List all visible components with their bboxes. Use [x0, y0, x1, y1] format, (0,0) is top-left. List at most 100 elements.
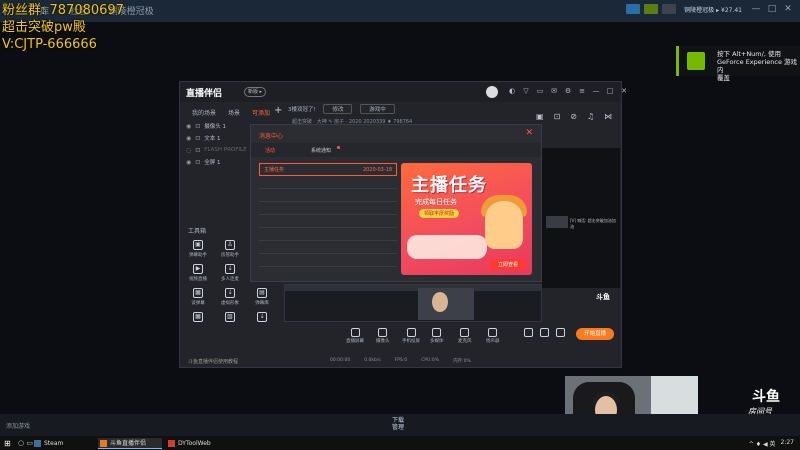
scene-list: ◉ ⊡ 摄像头 1 ◉ ⊡ 文本 1 ◌ ⊡ FLASH PROFILE ◉ ⊡ 全屏 1 [184, 120, 256, 168]
tool-danmu-lib[interactable]: ▤ 弹幕库 [246, 288, 278, 306]
preview-webcam[interactable] [418, 288, 474, 320]
tool-label: 视频直播 [189, 277, 207, 282]
record-control[interactable] [524, 328, 533, 337]
gift-icon[interactable]: ▣ [536, 112, 544, 121]
tool-talk-danmu[interactable]: ▦ 谈弹幕 [182, 288, 214, 306]
start-live-button[interactable]: 开始直播 [576, 328, 614, 340]
eye-icon[interactable]: ◉ [186, 135, 191, 142]
download-icon: ↓ [225, 264, 235, 274]
scene-row[interactable]: ◌ ⊡ FLASH PROFILE [184, 144, 256, 156]
list-item[interactable] [259, 189, 397, 202]
edit-title-button[interactable]: 修改 [323, 104, 353, 114]
lock-icon[interactable]: ⊡ [195, 123, 200, 130]
broadcast-button[interactable] [626, 4, 641, 14]
eye-control[interactable] [540, 328, 549, 337]
scene-row[interactable]: ◉ ⊡ 摄像头 1 [184, 120, 256, 132]
lock-icon[interactable]: ⊡ [195, 147, 200, 154]
tool-extra-3[interactable]: ↓ [246, 312, 278, 324]
tool-room-admin[interactable]: ♙ 房管助手 [214, 240, 246, 258]
source-screen[interactable]: 直播屏幕 [346, 328, 364, 344]
search-icon[interactable]: ○ ▭ [18, 439, 33, 447]
source-media[interactable]: 多媒体 [430, 328, 444, 344]
tab-activity[interactable]: 活动 [265, 147, 275, 154]
preview-face [432, 292, 448, 312]
add-game-button[interactable]: 添加游戏 [6, 421, 30, 430]
source-mic[interactable]: 麦克风 [458, 328, 472, 344]
close-icon[interactable]: ✕ [525, 128, 533, 138]
windows-start-icon[interactable]: ⊞ [4, 439, 11, 448]
share-icon[interactable]: ⋈ [604, 112, 612, 121]
list-item[interactable]: 主播任务 2020-03-18 [259, 163, 397, 176]
tool-extra-1[interactable]: ▦ [182, 312, 214, 324]
stream-mode-select[interactable]: 游戏中 [360, 104, 395, 114]
message-icon[interactable]: ✉ [550, 87, 558, 95]
taskbar-item-douyu[interactable]: 斗鱼直播伴侣 [98, 438, 162, 449]
tool-video-live[interactable]: ▶ 视频直播 [182, 264, 214, 282]
shirt-icon[interactable]: ▽ [522, 87, 530, 95]
overlay-line-1: 粉丝群: 787080697 [2, 3, 124, 18]
tab-scenes[interactable]: 场景 [228, 108, 240, 117]
list-item[interactable] [259, 202, 397, 215]
eye-icon[interactable]: ◉ [186, 159, 191, 166]
list-item[interactable] [259, 176, 397, 189]
source-speaker[interactable]: 扬声器 [486, 328, 500, 344]
block-icon[interactable]: ⊘ [570, 112, 577, 121]
downloads-button[interactable]: 下载 管理 [392, 417, 404, 431]
eye-icon[interactable]: ◉ [186, 123, 191, 130]
maximize-icon[interactable]: □ [766, 4, 778, 14]
tab-system-notice[interactable]: 系统通知 [311, 147, 331, 154]
tool-avatar[interactable]: ↓ 虚拟形象 [214, 288, 246, 306]
clock[interactable]: 2:27 [781, 439, 794, 448]
tray-icons[interactable]: ^ ♦ ◀ 英 [749, 439, 776, 448]
source-label: 扬声器 [486, 339, 500, 344]
settings-icon[interactable]: ⚙ [564, 87, 572, 95]
maximize-icon[interactable]: □ [606, 87, 614, 95]
task-banner[interactable]: 主播任务 完成每日任务 领取丰厚奖励 立即查看 [401, 163, 532, 275]
lock-icon[interactable]: ⊡ [554, 112, 561, 121]
minimize-icon[interactable]: — [750, 4, 762, 14]
notification-button[interactable] [644, 4, 659, 14]
list-item[interactable] [259, 215, 397, 228]
steam-username[interactable]: 铜陵橙冠极 ▸ ¥27.41 [684, 5, 742, 14]
menu-icon[interactable]: ≡ [578, 87, 586, 95]
close-icon[interactable]: ✕ [782, 4, 794, 14]
tutorial-link[interactable]: 斗鱼直播伴侣使用教程 [188, 358, 238, 365]
taskbar-item-steam[interactable]: Steam [32, 438, 92, 449]
eye-off-icon[interactable]: ◌ [186, 147, 191, 154]
close-icon[interactable]: ✕ [620, 87, 628, 95]
scene-tabs: 我的场景 场景 可添加 [192, 108, 270, 117]
tool-multi-mic[interactable]: ↓ 多人连麦 [214, 264, 246, 282]
scene-label: FLASH PROFILE [204, 147, 247, 153]
stream-preview[interactable] [284, 284, 542, 322]
source-phone[interactable]: 手机投屏 [402, 328, 420, 344]
tool-extra-2[interactable]: ▧ [214, 312, 246, 324]
source-camera[interactable]: 摄像头 [376, 328, 390, 344]
avatar[interactable] [486, 86, 498, 98]
scene-label: 文本 1 [204, 136, 221, 142]
banner-title: 主播任务 [411, 175, 487, 196]
lock-icon[interactable]: ⊡ [195, 135, 200, 142]
minimize-icon[interactable]: — [592, 87, 600, 95]
taskbar-item-dytool[interactable]: DYToolWeb [166, 438, 230, 449]
add-scene-icon[interactable]: + [274, 105, 282, 116]
list-item[interactable] [259, 254, 397, 267]
list-item[interactable] [259, 241, 397, 254]
lock-icon[interactable]: ⊡ [195, 159, 200, 166]
version-badge[interactable]: 新版 ▸ [244, 87, 266, 97]
gear-control[interactable] [556, 328, 565, 337]
source-label: 摄像头 [376, 339, 390, 344]
headset-icon[interactable]: ◐ [508, 87, 516, 95]
chat-icon[interactable]: ▭ [536, 87, 544, 95]
tab-my-scenes[interactable]: 我的场景 [192, 108, 216, 117]
scene-row[interactable]: ◉ ⊡ 文本 1 [184, 132, 256, 144]
view-now-button[interactable]: 立即查看 [489, 259, 526, 270]
friends-button[interactable] [662, 4, 677, 14]
tool-danmu-helper[interactable]: ▣ 弹幕助手 [182, 240, 214, 258]
scene-row[interactable]: ◉ ⊡ 全屏 1 [184, 156, 256, 168]
tab-addable[interactable]: 可添加 [252, 108, 270, 117]
status-cpu: CPU:0% [421, 358, 440, 363]
fan-group-overlay: 粉丝群: 787080697 超击突破pw殿 V:CJTP-666666 [2, 2, 124, 53]
bell-icon[interactable]: ♫ [587, 112, 594, 121]
list-item[interactable] [259, 228, 397, 241]
dialog-title: 消息中心 [259, 133, 284, 140]
